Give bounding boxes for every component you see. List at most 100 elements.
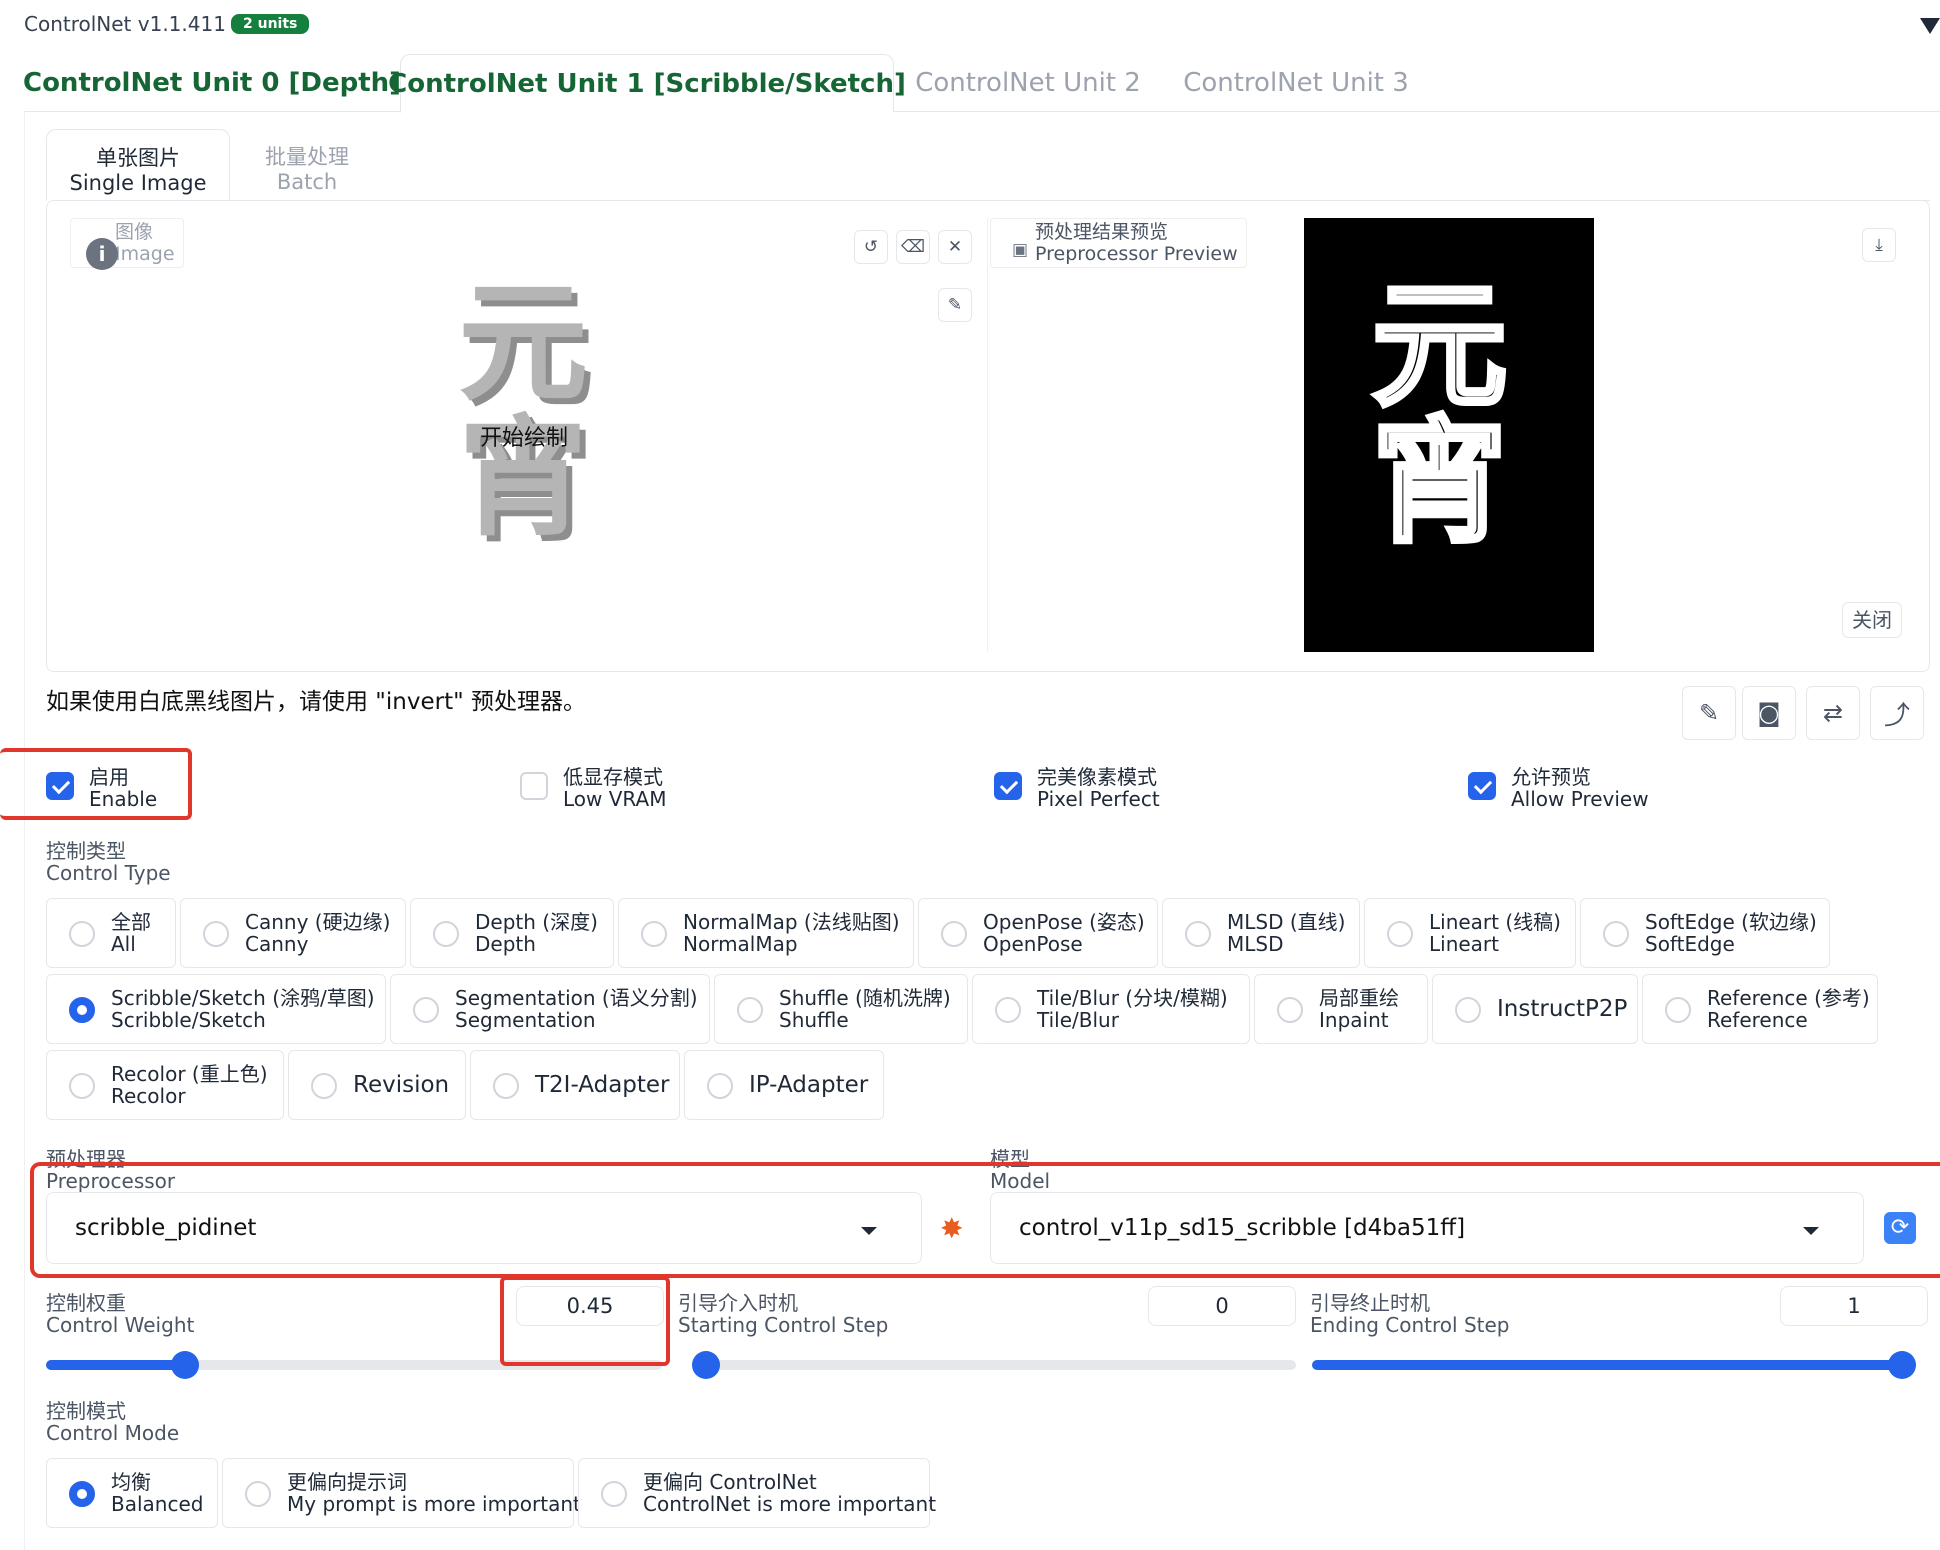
tab-single-image[interactable]: 单张图片 Single Image: [46, 129, 230, 201]
control-weight-label-cn: 控制权重: [46, 1291, 126, 1315]
control-type-softedge[interactable]: SoftEdge (软边缘) SoftEdge: [1580, 898, 1830, 968]
edit-icon[interactable]: ✎: [1682, 686, 1736, 740]
control-mode-balanced[interactable]: 均衡 Balanced: [46, 1458, 218, 1528]
control-type-revision[interactable]: Revision: [288, 1050, 466, 1120]
radio-shuffle[interactable]: [737, 997, 763, 1023]
control-type-instructp2p[interactable]: InstructP2P: [1432, 974, 1638, 1044]
control-type-canny[interactable]: Canny (硬边缘) Canny: [180, 898, 406, 968]
control-mode-prompt[interactable]: 更偏向提示词 My prompt is more important: [222, 1458, 581, 1528]
swap-icon[interactable]: ⇄: [1806, 686, 1860, 740]
control-mode-controlnet-label: 更偏向 ControlNet ControlNet is more importa…: [643, 1471, 936, 1515]
ending-step-input[interactable]: 1: [1780, 1286, 1928, 1326]
control-type-instructp2p-label: InstructP2P: [1497, 996, 1628, 1022]
control-type-lineart[interactable]: Lineart (线稿) Lineart: [1364, 898, 1576, 968]
radio-normalmap[interactable]: [641, 921, 667, 947]
radio-recolor[interactable]: [69, 1073, 95, 1099]
invert-hint: 如果使用白底黑线图片，请使用 "invert" 预处理器。: [46, 689, 586, 715]
control-type-recolor[interactable]: Recolor (重上色) Recolor: [46, 1050, 284, 1120]
undo-icon[interactable]: ↺: [854, 230, 888, 264]
tab-unit-0[interactable]: ControlNet Unit 0 [Depth]: [23, 54, 401, 112]
highlight-enable: [0, 748, 192, 820]
control-type-t2i-adapter[interactable]: T2I-Adapter: [470, 1050, 680, 1120]
control-type-inpaint[interactable]: 局部重绘 Inpaint: [1254, 974, 1428, 1044]
ending-step-label: 引导终止时机 Ending Control Step: [1310, 1292, 1509, 1336]
radio-canny[interactable]: [203, 921, 229, 947]
radio-prompt[interactable]: [245, 1481, 271, 1507]
control-weight-fill: [46, 1360, 185, 1370]
image-input-canvas[interactable]: 图像 Image i ↺ ⌫ ✕ ✎ 元 宵 开始绘制: [68, 218, 988, 652]
control-type-mlsd-label: MLSD (直线) MLSD: [1227, 911, 1345, 955]
radio-revision[interactable]: [311, 1073, 337, 1099]
radio-instructp2p[interactable]: [1455, 997, 1481, 1023]
control-type-scribble-label: Scribble/Sketch (涂鸦/草图) Scribble/Sketch: [111, 987, 375, 1031]
control-mode-controlnet[interactable]: 更偏向 ControlNet ControlNet is more importa…: [578, 1458, 936, 1528]
starting-step-thumb[interactable]: [692, 1351, 720, 1379]
close-icon[interactable]: ✕: [938, 230, 972, 264]
pixel-perfect-checkbox[interactable]: [994, 772, 1022, 800]
allow-preview-label-en: Allow Preview: [1511, 787, 1649, 811]
image-glyph-1: 元: [458, 266, 589, 419]
control-type-lineart-label: Lineart (线稿) Lineart: [1429, 911, 1561, 955]
control-type-mlsd-l2: MLSD: [1227, 932, 1284, 956]
control-type-tile-blur[interactable]: Tile/Blur (分块/模糊) Tile/Blur: [972, 974, 1250, 1044]
radio-mlsd[interactable]: [1185, 921, 1211, 947]
control-mode-balanced-l1: 均衡: [111, 1470, 151, 1494]
control-mode-label-en: Control Mode: [46, 1421, 180, 1445]
radio-ip-adapter[interactable]: [707, 1073, 733, 1099]
radio-reference[interactable]: [1665, 997, 1691, 1023]
ending-step-thumb[interactable]: [1888, 1351, 1916, 1379]
control-type-segmentation[interactable]: Segmentation (语义分割) Segmentation: [390, 974, 710, 1044]
control-type-all[interactable]: 全部 All: [46, 898, 176, 968]
download-icon[interactable]: ⤓: [1862, 228, 1896, 262]
radio-all[interactable]: [69, 921, 95, 947]
low-vram-checkbox[interactable]: [520, 772, 548, 800]
control-type-shuffle[interactable]: Shuffle (随机洗牌) Shuffle: [714, 974, 968, 1044]
start-drawing-hint: 开始绘制: [480, 426, 569, 451]
control-type-scribble[interactable]: Scribble/Sketch (涂鸦/草图) Scribble/Sketch: [46, 974, 386, 1044]
control-type-canny-l2: Canny: [245, 932, 309, 956]
starting-step-label-en: Starting Control Step: [678, 1313, 889, 1337]
brush-icon[interactable]: ✎: [938, 288, 972, 322]
tab-unit-2[interactable]: ControlNet Unit 2: [894, 54, 1162, 112]
send-up-icon[interactable]: ⤴: [1870, 686, 1924, 740]
control-type-ip-adapter[interactable]: IP-Adapter: [684, 1050, 884, 1120]
starting-step-label: 引导介入时机 Starting Control Step: [678, 1292, 888, 1336]
control-type-normalmap[interactable]: NormalMap (法线贴图) NormalMap: [618, 898, 914, 968]
starting-step-input[interactable]: 0: [1148, 1286, 1296, 1326]
radio-lineart[interactable]: [1387, 921, 1413, 947]
allow-preview-checkbox[interactable]: [1468, 772, 1496, 800]
radio-scribble[interactable]: [69, 997, 95, 1023]
radio-segmentation[interactable]: [413, 997, 439, 1023]
control-type-reference-l1: Reference (参考): [1707, 986, 1870, 1010]
control-type-mlsd[interactable]: MLSD (直线) MLSD: [1162, 898, 1360, 968]
radio-inpaint[interactable]: [1277, 997, 1303, 1023]
eraser-icon[interactable]: ⌫: [896, 230, 930, 264]
control-weight-thumb[interactable]: [170, 1351, 199, 1379]
preview-label: 预处理结果预览 Preprocessor Preview: [990, 218, 1247, 268]
radio-softedge[interactable]: [1603, 921, 1629, 947]
control-mode-prompt-l1: 更偏向提示词: [287, 1470, 407, 1494]
radio-openpose[interactable]: [941, 921, 967, 947]
tab-unit-1[interactable]: ControlNet Unit 1 [Scribble/Sketch]: [388, 54, 906, 113]
control-type-depth[interactable]: Depth (深度) Depth: [410, 898, 614, 968]
radio-depth[interactable]: [433, 921, 459, 947]
low-vram-label: 低显存模式 Low VRAM: [563, 766, 666, 810]
camera-icon[interactable]: ◙: [1742, 686, 1796, 740]
tab-batch[interactable]: 批量处理 Batch: [236, 129, 378, 201]
control-mode-label: 控制模式 Control Mode: [46, 1400, 179, 1444]
control-type-canny-l1: Canny (硬边缘): [245, 910, 391, 934]
starting-step-slider[interactable]: [692, 1351, 1296, 1379]
radio-balanced[interactable]: [69, 1481, 95, 1507]
control-type-openpose[interactable]: OpenPose (姿态) OpenPose: [918, 898, 1158, 968]
tab-unit-3[interactable]: ControlNet Unit 3: [1162, 54, 1430, 112]
collapse-triangle-icon[interactable]: [1920, 18, 1940, 34]
ending-step-slider[interactable]: [1312, 1351, 1916, 1379]
radio-tile-blur[interactable]: [995, 997, 1021, 1023]
control-type-segmentation-l1: Segmentation (语义分割): [455, 986, 698, 1010]
close-preview-button[interactable]: 关闭: [1842, 602, 1902, 638]
radio-t2i-adapter[interactable]: [493, 1073, 519, 1099]
info-icon[interactable]: i: [86, 238, 118, 270]
tab-batch-cn: 批量处理: [265, 145, 349, 169]
radio-controlnet[interactable]: [601, 1481, 627, 1507]
control-type-reference[interactable]: Reference (参考) Reference: [1642, 974, 1878, 1044]
